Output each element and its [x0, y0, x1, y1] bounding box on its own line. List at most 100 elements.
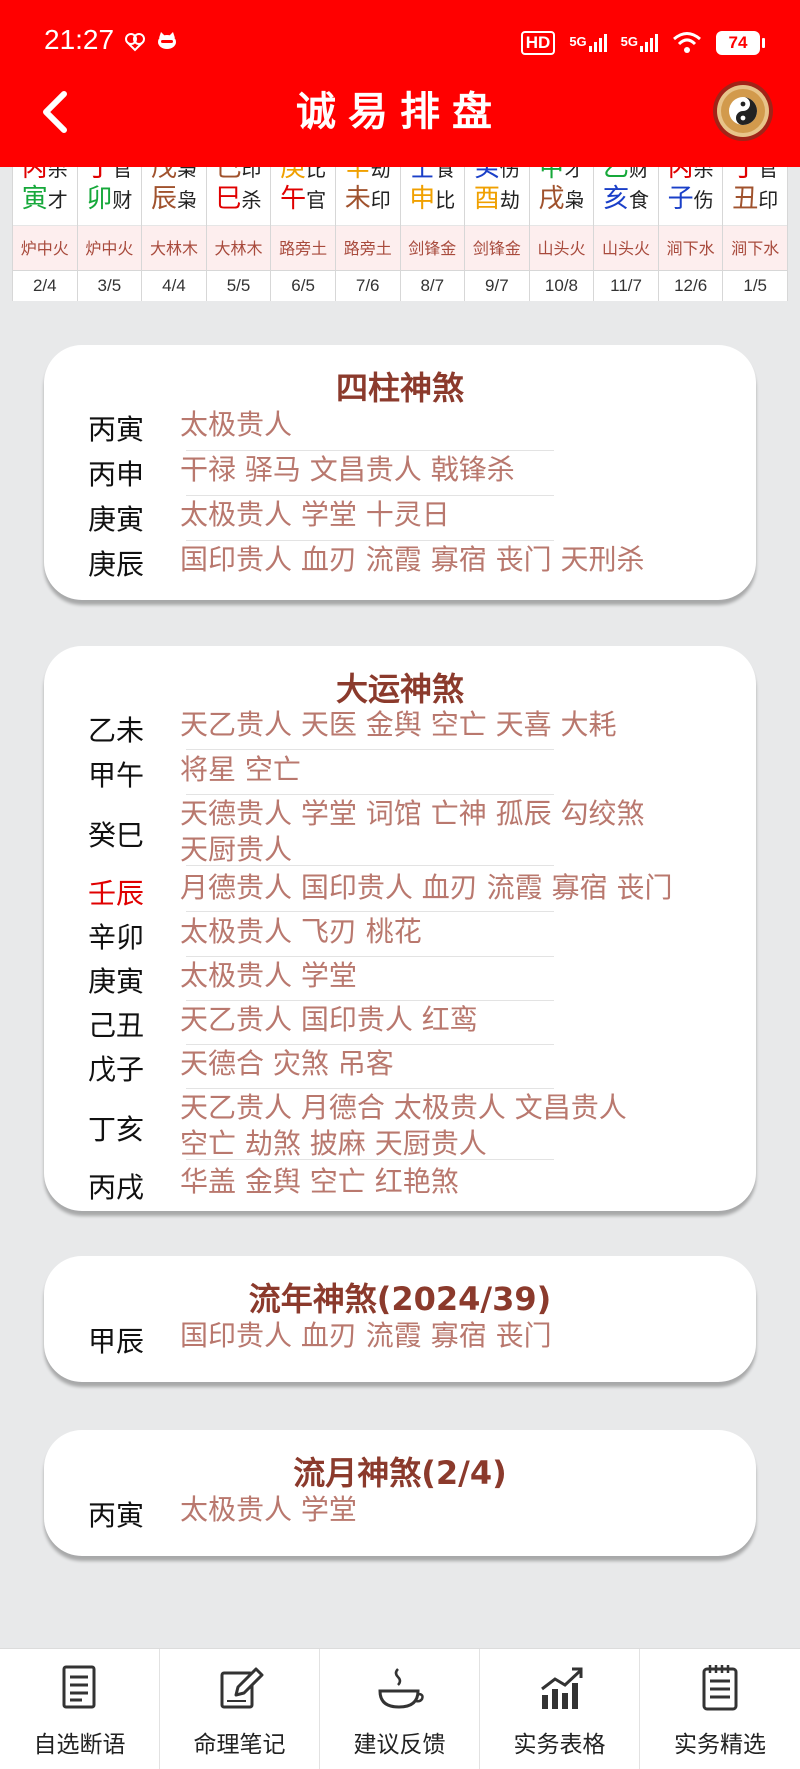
shensha-text: 将星 空亡: [180, 753, 301, 786]
nayin-cell: 剑锋金: [400, 225, 465, 271]
nav-item-custom-judgments[interactable]: 自选断语: [0, 1649, 160, 1769]
tiangan: 戊: [150, 167, 177, 183]
wifi-icon: [673, 32, 701, 53]
ganzhi-cell: 壬食申比: [401, 167, 465, 225]
nayin-cell: 大林木: [206, 225, 271, 271]
dayun-column[interactable]: 庚比午官路旁土 6/5: [271, 167, 336, 301]
tiangan: 丙: [21, 167, 48, 183]
dizhi: 未: [344, 184, 371, 214]
tiangan-shishen: 杀: [47, 167, 68, 181]
ganzhi-cell: 乙财亥食: [594, 167, 658, 225]
card-title: 大运神煞: [335, 670, 464, 708]
ganzhi-label: 癸巳: [88, 819, 145, 852]
dayun-column[interactable]: 丙杀寅才炉中火 2/4: [13, 167, 78, 301]
row-divider: [186, 1159, 554, 1160]
row-divider: [186, 1000, 554, 1001]
date-cell: 5/5: [226, 276, 251, 295]
ganzhi-label: 辛卯: [88, 921, 145, 954]
dizhi-shishen: 印: [370, 188, 391, 212]
nav-item-practice-tables[interactable]: 实务表格: [480, 1649, 640, 1769]
shensha-text: 太极贵人 学堂: [180, 959, 357, 992]
row-divider: [186, 540, 554, 541]
dayun-column[interactable]: 己印巳杀大林木 5/5: [206, 167, 272, 301]
dayun-column[interactable]: 壬食申比剑锋金 8/7: [400, 167, 466, 301]
app-header: 21:27 HD 5G 5G 74 诚易排盘: [0, 0, 800, 167]
ganzhi-label: 乙未: [88, 714, 145, 747]
date-cell: 1/5: [743, 276, 768, 295]
tiangan: 庚: [280, 167, 307, 183]
dayun-column[interactable]: 丁官卯财炉中火 3/5: [77, 167, 143, 301]
ganzhi-label: 庚寅: [88, 965, 145, 998]
ganzhi-cell: 己印巳杀: [207, 167, 271, 225]
dizhi: 戌: [538, 184, 565, 214]
tiangan: 甲: [538, 167, 565, 183]
ganzhi-cell: 丙杀子伤: [659, 167, 723, 225]
shensha-text: 国印贵人 血刃 流霞 寡宿 丧门: [180, 1319, 552, 1352]
dayun-column[interactable]: 辛劫未印路旁土 7/6: [335, 167, 401, 301]
nayin-cell: 大林木: [142, 225, 206, 271]
dayun-column[interactable]: 乙财亥食山头火 11/7: [594, 167, 659, 301]
date-cell: 8/7: [420, 276, 445, 295]
ganzhi-label: 丙寅: [88, 413, 145, 446]
nav-item-practice-selection[interactable]: 实务精选: [640, 1649, 800, 1769]
ganzhi-label: 戊子: [88, 1053, 145, 1086]
date-cell: 4/4: [162, 276, 186, 295]
nav-item-notes[interactable]: 命理笔记: [160, 1649, 320, 1769]
dayun-column[interactable]: 戊枭辰枭大林木 4/4: [142, 167, 207, 301]
hd-badge: HD: [520, 31, 556, 55]
sizhu-shensha-card: 四柱神煞 丙寅 太极贵人 丙申 干禄 驿马 文昌贵人 戟锋杀 庚寅 太极贵人 学堂 十灵日…: [44, 345, 756, 600]
row-divider: [186, 911, 554, 912]
row-divider: [186, 1088, 554, 1089]
dayun-column[interactable]: 甲才戌枭山头火 10/8: [529, 167, 595, 301]
dizhi-shishen: 官: [306, 188, 327, 212]
card-title: 流月神煞(2/4): [293, 1454, 507, 1492]
dayun-column[interactable]: 癸伤酉劫剑锋金 9/7: [465, 167, 530, 301]
ganzhi-cell: 辛劫未印: [336, 167, 400, 225]
nayin-cell: 炉中火: [13, 225, 77, 271]
shensha-text: 太极贵人 学堂: [180, 1493, 357, 1526]
shensha-text: 太极贵人 飞刃 桃花: [180, 915, 422, 948]
dizhi-shishen: 伤: [693, 188, 714, 212]
ganzhi-label: 己丑: [88, 1009, 145, 1042]
date-cell: 2/4: [32, 276, 57, 295]
yin-yang-logo-icon[interactable]: [712, 80, 774, 142]
nav-item-feedback[interactable]: 建议反馈: [320, 1649, 480, 1769]
nayin-cell: 山头火: [529, 225, 594, 271]
tiangan: 癸: [473, 167, 500, 183]
tiangan-shishen: 才: [564, 167, 585, 181]
tiangan-shishen: 劫: [370, 167, 391, 181]
bottom-nav: 自选断语 命理笔记 建议反馈 实务表格 实务精选: [0, 1648, 800, 1769]
dizhi-shishen: 枭: [176, 188, 197, 212]
ganzhi-label: 丁亥: [88, 1113, 145, 1146]
tiangan-shishen: 比: [306, 167, 327, 181]
dizhi: 酉: [473, 184, 500, 214]
ganzhi-label: 丙寅: [88, 1499, 145, 1532]
dizhi: 申: [409, 184, 436, 214]
tiangan-shishen: 官: [112, 167, 133, 181]
row-divider: [186, 1044, 554, 1045]
tiangan-shishen: 枭: [176, 167, 197, 181]
dayun-column[interactable]: 丙杀子伤涧下水 12/6: [658, 167, 724, 301]
status-bar: 21:27 HD 5G 5G 74: [0, 0, 800, 82]
signal-bars-icon: [588, 34, 607, 52]
ganzhi-label: 丙戌: [88, 1171, 145, 1204]
tiangan: 乙: [603, 167, 630, 183]
dizhi-shishen: 财: [112, 188, 133, 212]
liunian-shensha-card: 流年神煞(2024/39) 甲辰 国印贵人 血刃 流霞 寡宿 丧门: [44, 1256, 756, 1382]
date-cell: 6/5: [291, 276, 315, 295]
clipboard-list-icon: [702, 1665, 738, 1711]
shensha-text: 天乙贵人 月德合 太极贵人 文昌贵人: [180, 1091, 627, 1124]
dizhi-shishen: 劫: [499, 188, 520, 212]
row-divider: [186, 794, 554, 795]
tiangan-shishen: 财: [629, 167, 650, 181]
shensha-text: 国印贵人 血刃 流霞 寡宿 丧门 天刑杀: [180, 543, 645, 576]
tiangan: 丁: [86, 167, 113, 183]
tiangan-shishen: 伤: [499, 167, 520, 181]
nayin-cell: 路旁土: [335, 225, 400, 271]
nayin-cell: 炉中火: [77, 225, 142, 271]
dizhi-shishen: 比: [435, 188, 456, 212]
tiangan-shishen: 官: [758, 167, 779, 181]
dayun-column[interactable]: 丁官丑印涧下水 1/5: [723, 167, 788, 301]
dizhi: 子: [667, 184, 694, 214]
ganzhi-cell: 戊枭辰枭: [142, 167, 206, 225]
